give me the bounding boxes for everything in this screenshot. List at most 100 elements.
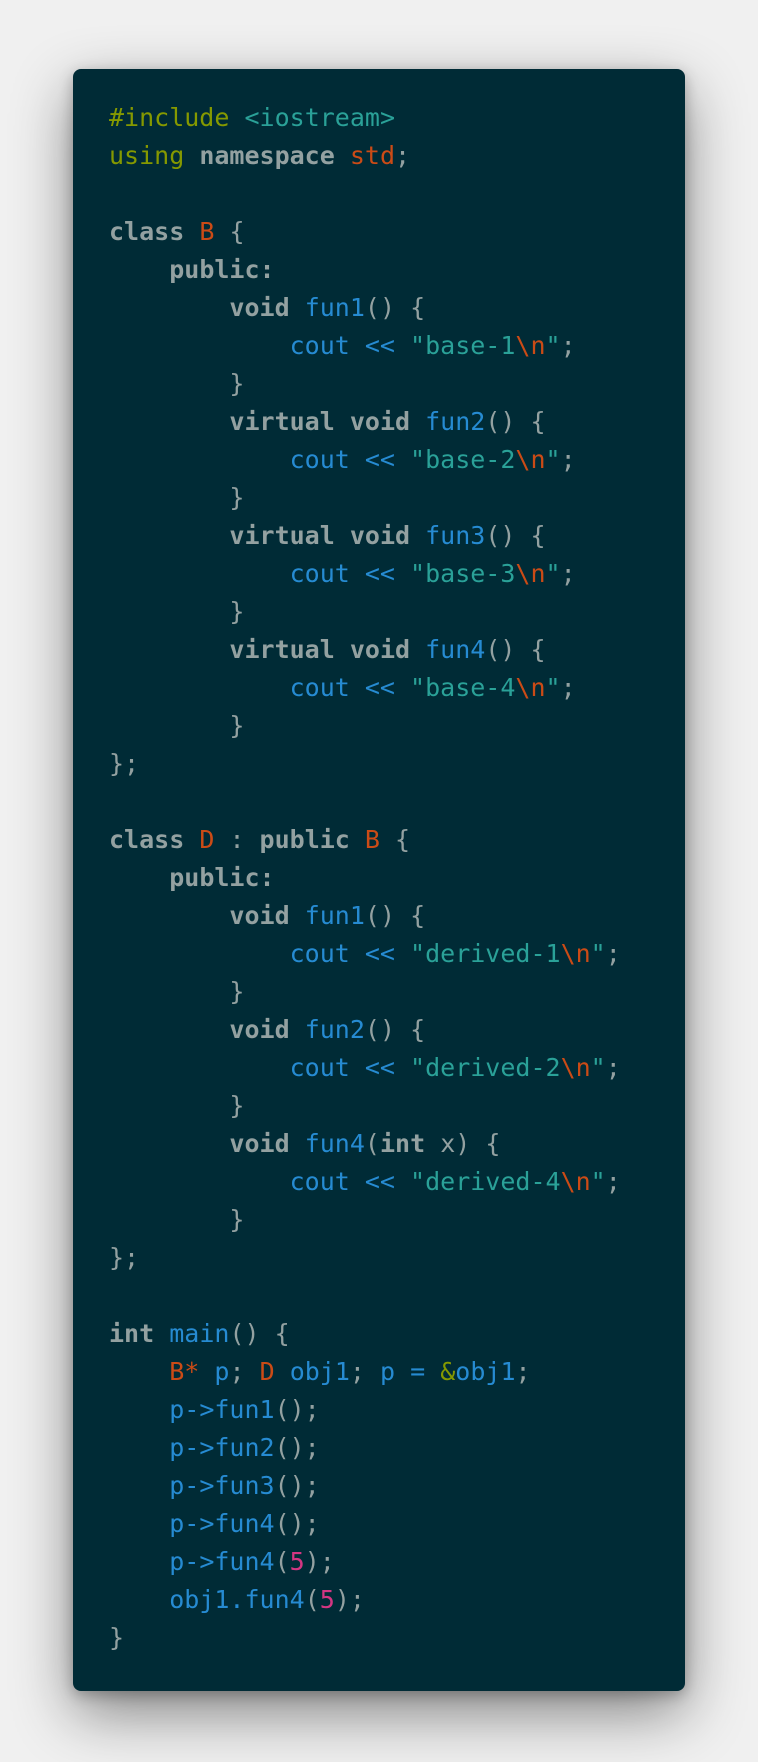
escape-sequence-token: \n	[515, 331, 546, 360]
string-literal-token: "	[545, 559, 561, 588]
punctuation-token	[109, 863, 169, 892]
keyword-token: namespace	[199, 141, 335, 170]
punctuation-token	[410, 635, 425, 664]
escape-sequence-token: \n	[515, 559, 546, 588]
string-literal-token: "derived-2	[410, 1053, 561, 1082]
code-line: p->fun2();	[109, 1429, 685, 1467]
punctuation-token: () {	[364, 293, 426, 322]
code-line: p->fun4(5);	[109, 1543, 685, 1581]
identifier-token: cout <<	[289, 1053, 411, 1082]
punctuation-token	[275, 1357, 290, 1386]
address-operator-token: &	[440, 1357, 456, 1386]
keyword-token: int	[109, 1319, 155, 1348]
punctuation-token: () {	[485, 635, 546, 664]
identifier-token: obj1	[455, 1357, 516, 1386]
punctuation-token: ;	[560, 445, 576, 474]
punctuation-token	[109, 635, 229, 664]
code-line: virtual void fun2() {	[109, 403, 685, 441]
identifier-token: cout <<	[289, 673, 411, 702]
punctuation-token: x) {	[425, 1129, 501, 1158]
code-line: B* p; D obj1; p = &obj1;	[109, 1353, 685, 1391]
punctuation-token	[335, 141, 350, 170]
punctuation-token: ();	[274, 1433, 320, 1462]
punctuation-token	[109, 407, 229, 436]
punctuation-token: ;	[349, 1357, 381, 1386]
function-name-token: fun1	[304, 901, 365, 930]
code-line: void fun1() {	[109, 289, 685, 327]
punctuation-token	[109, 1547, 169, 1576]
punctuation-token: ;	[605, 1167, 621, 1196]
punctuation-token	[109, 521, 229, 550]
keyword-token: void	[349, 521, 411, 550]
function-name-token: fun2	[425, 407, 486, 436]
punctuation-token	[229, 103, 244, 132]
punctuation-token	[290, 293, 305, 322]
function-name-token: fun4	[425, 635, 486, 664]
identifier-token: cout <<	[289, 1167, 411, 1196]
number-literal-token: 5	[289, 1547, 305, 1576]
punctuation-token: ;	[605, 939, 621, 968]
identifier-token: cout <<	[289, 331, 411, 360]
keyword-token: int	[379, 1129, 426, 1158]
punctuation-token	[410, 521, 425, 550]
punctuation-token: }	[109, 711, 245, 740]
type-token: B	[199, 217, 215, 246]
punctuation-token	[109, 673, 290, 702]
punctuation-token: );	[334, 1585, 365, 1614]
punctuation-token	[109, 1585, 169, 1614]
code-line: }	[109, 973, 685, 1011]
string-literal-token: "	[545, 331, 561, 360]
punctuation-token	[109, 939, 290, 968]
string-literal-token: "	[590, 1167, 606, 1196]
function-name-token: fun4	[304, 1129, 365, 1158]
preprocessor-token: using	[109, 141, 185, 170]
punctuation-token	[290, 1129, 305, 1158]
punctuation-token: }	[109, 369, 245, 398]
code-line: public:	[109, 251, 685, 289]
code-snippet-card: #include <iostream> using namespace std; c…	[73, 69, 685, 1691]
punctuation-token: }	[109, 1091, 245, 1120]
type-token: std	[349, 141, 396, 170]
keyword-token: void	[229, 1129, 290, 1158]
string-literal-token: "	[545, 673, 561, 702]
punctuation-token	[109, 901, 229, 930]
identifier-token: cout <<	[289, 445, 411, 474]
type-token: D	[259, 1357, 275, 1386]
identifier-token: obj1.fun4	[169, 1585, 305, 1614]
punctuation-token: ;	[560, 331, 576, 360]
punctuation-token	[109, 1509, 169, 1538]
code-line: cout << "base-2\n";	[109, 441, 685, 479]
punctuation-token	[184, 141, 199, 170]
code-line: p->fun3();	[109, 1467, 685, 1505]
keyword-token: void	[229, 293, 290, 322]
identifier-token: p =	[380, 1357, 441, 1386]
identifier-token: cout <<	[289, 559, 411, 588]
code-line: }	[109, 593, 685, 631]
punctuation-token: () {	[485, 407, 546, 436]
punctuation-token	[290, 901, 305, 930]
punctuation-token: :	[214, 825, 260, 854]
punctuation-token	[109, 445, 290, 474]
punctuation-token: ();	[274, 1395, 320, 1424]
punctuation-token: }	[109, 1623, 125, 1652]
function-name-token: fun3	[425, 521, 486, 550]
string-literal-token: "base-2	[410, 445, 516, 474]
punctuation-token	[109, 293, 229, 322]
punctuation-token: );	[304, 1547, 335, 1576]
keyword-token: public:	[169, 255, 275, 284]
identifier-token: p->fun1	[169, 1395, 275, 1424]
code-line: public:	[109, 859, 685, 897]
code-line: class B {	[109, 213, 685, 251]
keyword-token: public	[259, 825, 350, 854]
function-name-token: fun1	[304, 293, 365, 322]
identifier-token: cout <<	[289, 939, 411, 968]
punctuation-token	[410, 407, 425, 436]
code-line: }	[109, 1619, 685, 1657]
code-line: cout << "base-4\n";	[109, 669, 685, 707]
keyword-token: void	[229, 1015, 290, 1044]
punctuation-token: ;	[229, 1357, 260, 1386]
code-line: cout << "base-1\n";	[109, 327, 685, 365]
punctuation-token	[109, 331, 290, 360]
